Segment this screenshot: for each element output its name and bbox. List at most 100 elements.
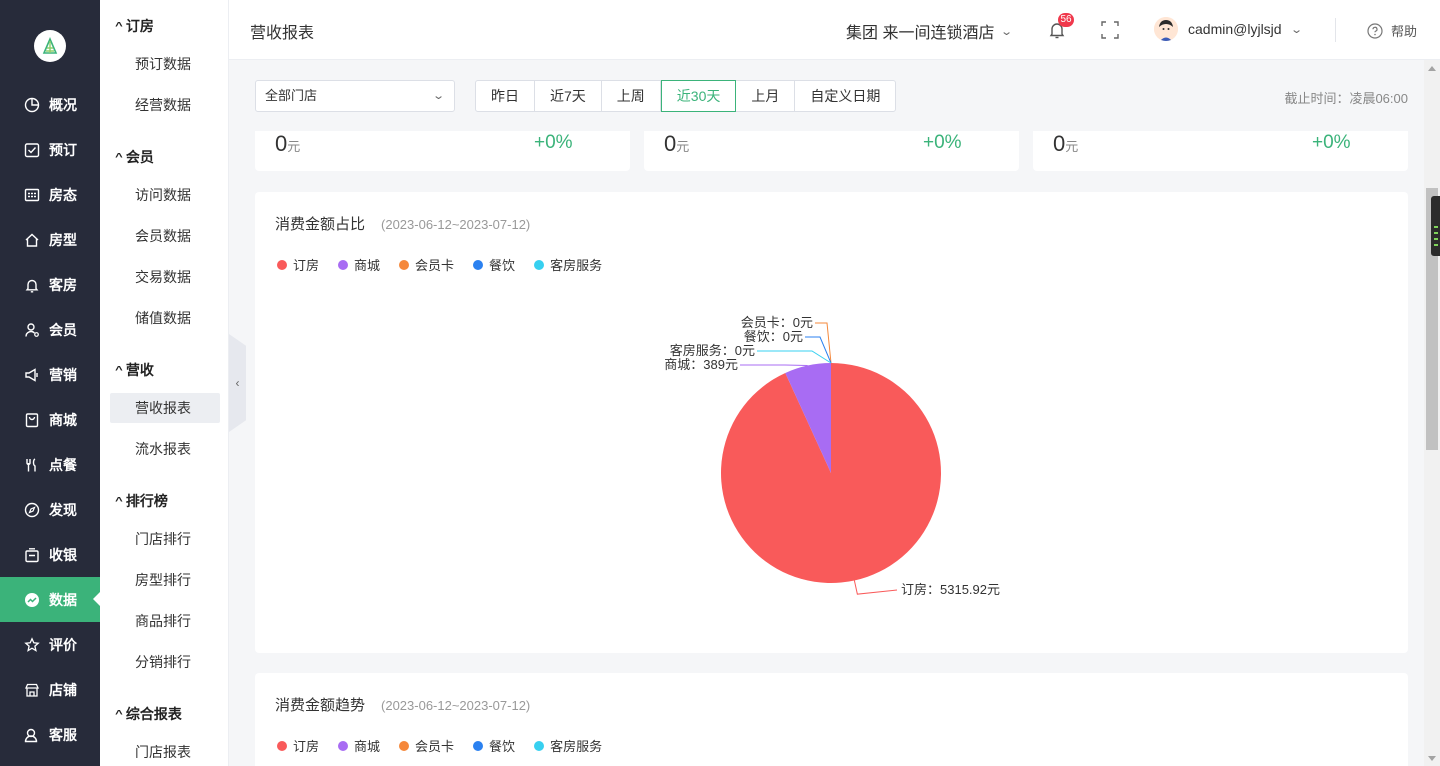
header-divider [1335, 18, 1336, 42]
subnav-item[interactable]: 储值数据 [110, 303, 220, 333]
logo-icon [42, 36, 58, 54]
rail-item-label: 商城 [49, 411, 77, 428]
brand-logo [34, 30, 66, 62]
range-button[interactable]: 上周 [602, 81, 661, 111]
range-button[interactable]: 自定义日期 [795, 81, 895, 111]
legend-item[interactable]: 餐饮 [473, 736, 515, 755]
range-button[interactable]: 近7天 [535, 81, 602, 111]
stat-value: 0元 [1053, 131, 1078, 157]
range-button[interactable]: 上月 [736, 81, 796, 111]
subnav-item[interactable]: 门店排行 [110, 524, 220, 554]
legend-label: 餐饮 [489, 739, 516, 754]
rail-item-user[interactable]: 会员 [0, 307, 100, 352]
rail-item-home[interactable]: 房型 [0, 217, 100, 262]
avatar-icon [1154, 17, 1178, 41]
range-button[interactable]: 近30天 [660, 80, 737, 112]
top-header: 营收报表 集团 来一间连锁酒店 ⌄ 56 cadmin@lyjlsjd ⌄ 帮助 [229, 0, 1440, 60]
subnav-group-title[interactable]: ^ 排行榜 [115, 491, 168, 511]
collapse-sidebar-toggle[interactable]: ‹ [229, 334, 246, 432]
rail-item-label: 营销 [49, 366, 77, 383]
pie-label-4: 客房服务：0元 [670, 343, 755, 358]
subnav-group-title[interactable]: ^ 会员 [115, 147, 154, 167]
legend-item[interactable]: 客房服务 [534, 736, 602, 755]
subnav-group-title[interactable]: ^ 订房 [115, 16, 154, 36]
subnav-item[interactable]: 门店报表 [110, 737, 220, 766]
check-square-icon [24, 142, 40, 157]
subnav-item[interactable]: 房型排行 [110, 565, 220, 595]
chevron-up-icon: ^ [115, 495, 123, 507]
secondary-sidebar: ^ 订房 预订数据 经营数据 ^ 会员 访问数据 会员数据 交易数据 储值数据 ^ 营收 营收报表 流水报… [100, 0, 229, 766]
legend-label: 商城 [354, 739, 381, 754]
rail-item-bell[interactable]: 客房 [0, 262, 100, 307]
pie-leader-line-0 [853, 580, 898, 595]
range-button[interactable]: 昨日 [476, 81, 535, 111]
star-icon [24, 636, 40, 652]
bell-icon [25, 279, 39, 292]
rail-item-shop[interactable]: 店铺 [0, 667, 100, 712]
help-link[interactable]: 帮助 [1367, 21, 1417, 40]
rail-item-grid-calendar[interactable]: 房态 [0, 172, 100, 217]
subnav-item[interactable]: 营收报表 [110, 393, 220, 423]
chevron-left-icon: ‹ [235, 376, 240, 390]
subnav-item[interactable]: 商品排行 [110, 606, 220, 636]
subnav-item[interactable]: 流水报表 [110, 434, 220, 464]
main-sidebar: 概况 预订 房态 房型客房会员营销商城点餐 发现 收银 数据 评价店铺客服 [0, 0, 100, 766]
stat-number: 0 [664, 131, 677, 156]
chevron-up-icon: ^ [115, 708, 123, 720]
subnav-group-title[interactable]: ^ 营收 [115, 360, 154, 380]
legend-dot-icon [534, 740, 545, 751]
rail-item-trend-chart[interactable]: 数据 [0, 577, 100, 622]
stat-value: 0元 [664, 131, 689, 157]
pie-label-0: 订房：5315.92元 [901, 582, 1000, 597]
rail-item-megaphone[interactable]: 营销 [0, 352, 100, 397]
pie-leader-line-4 [757, 350, 832, 364]
rail-item-shopping-bag[interactable]: 商城 [0, 397, 100, 442]
stat-value: 0元 [275, 131, 300, 157]
rail-item-label: 店铺 [49, 681, 77, 698]
legend-label: 订房 [293, 739, 320, 754]
headset-icon [24, 728, 38, 742]
subnav-group-title[interactable]: ^ 综合报表 [115, 704, 182, 724]
subnav-group-label: 排行榜 [125, 493, 168, 509]
rail-item-cash-register[interactable]: 收银 [0, 532, 100, 577]
store-select-value: 全部门店 [265, 88, 318, 103]
pie-leader-line-1 [740, 364, 808, 367]
legend-item[interactable]: 会员卡 [399, 736, 454, 755]
stat-unit: 元 [287, 139, 301, 154]
date-range-group: 昨日 近7天 上周 近30天 上月 自定义日期 [475, 80, 897, 112]
rail-item-star[interactable]: 评价 [0, 622, 100, 667]
subnav-item[interactable]: 访问数据 [110, 180, 220, 210]
user-avatar[interactable] [1154, 17, 1178, 41]
legend-dot-icon [338, 740, 349, 751]
subnav-item[interactable]: 交易数据 [110, 262, 220, 292]
subnav-item[interactable]: 会员数据 [110, 221, 220, 251]
subnav-item[interactable]: 经营数据 [110, 90, 220, 120]
pie-label-1: 商城：389元 [664, 357, 738, 372]
scroll-down-arrow-icon[interactable] [1428, 756, 1436, 761]
pie-label-3: 餐饮：0元 [744, 329, 803, 344]
scroll-up-arrow-icon[interactable] [1428, 66, 1436, 71]
stat-change: +0% [534, 132, 573, 153]
rail-item-cutlery[interactable]: 点餐 [0, 442, 100, 487]
rail-item-check-square[interactable]: 预订 [0, 127, 100, 172]
rail-item-pie-chart[interactable]: 概况 [0, 82, 100, 127]
user-menu[interactable]: cadmin@lyjlsjd ⌄ [1188, 21, 1303, 37]
trend-chart-icon [25, 592, 39, 607]
rail-item-headset[interactable]: 客服 [0, 712, 100, 757]
floating-widget-tab[interactable] [1431, 196, 1440, 256]
hotel-name: 集团 来一间连锁酒店 [846, 25, 995, 42]
rail-item-label: 客房 [49, 276, 77, 293]
subnav-group-label: 会员 [125, 149, 154, 165]
legend-item[interactable]: 商城 [338, 736, 380, 755]
rail-item-compass[interactable]: 发现 [0, 487, 100, 532]
help-circle-icon [1367, 22, 1383, 39]
legend-item[interactable]: 订房 [277, 736, 319, 755]
subnav-item[interactable]: 分销排行 [110, 647, 220, 677]
hotel-switcher[interactable]: 集团 来一间连锁酒店 ⌄ [846, 19, 1014, 43]
card-date-range: (2023-06-12~2023-07-12) [381, 698, 531, 713]
help-label: 帮助 [1391, 24, 1418, 39]
store-select[interactable]: 全部门店 ⌄ [255, 80, 455, 112]
fullscreen-icon[interactable] [1101, 21, 1119, 39]
pie-chart-icon [24, 97, 40, 112]
subnav-item[interactable]: 预订数据 [110, 49, 220, 79]
